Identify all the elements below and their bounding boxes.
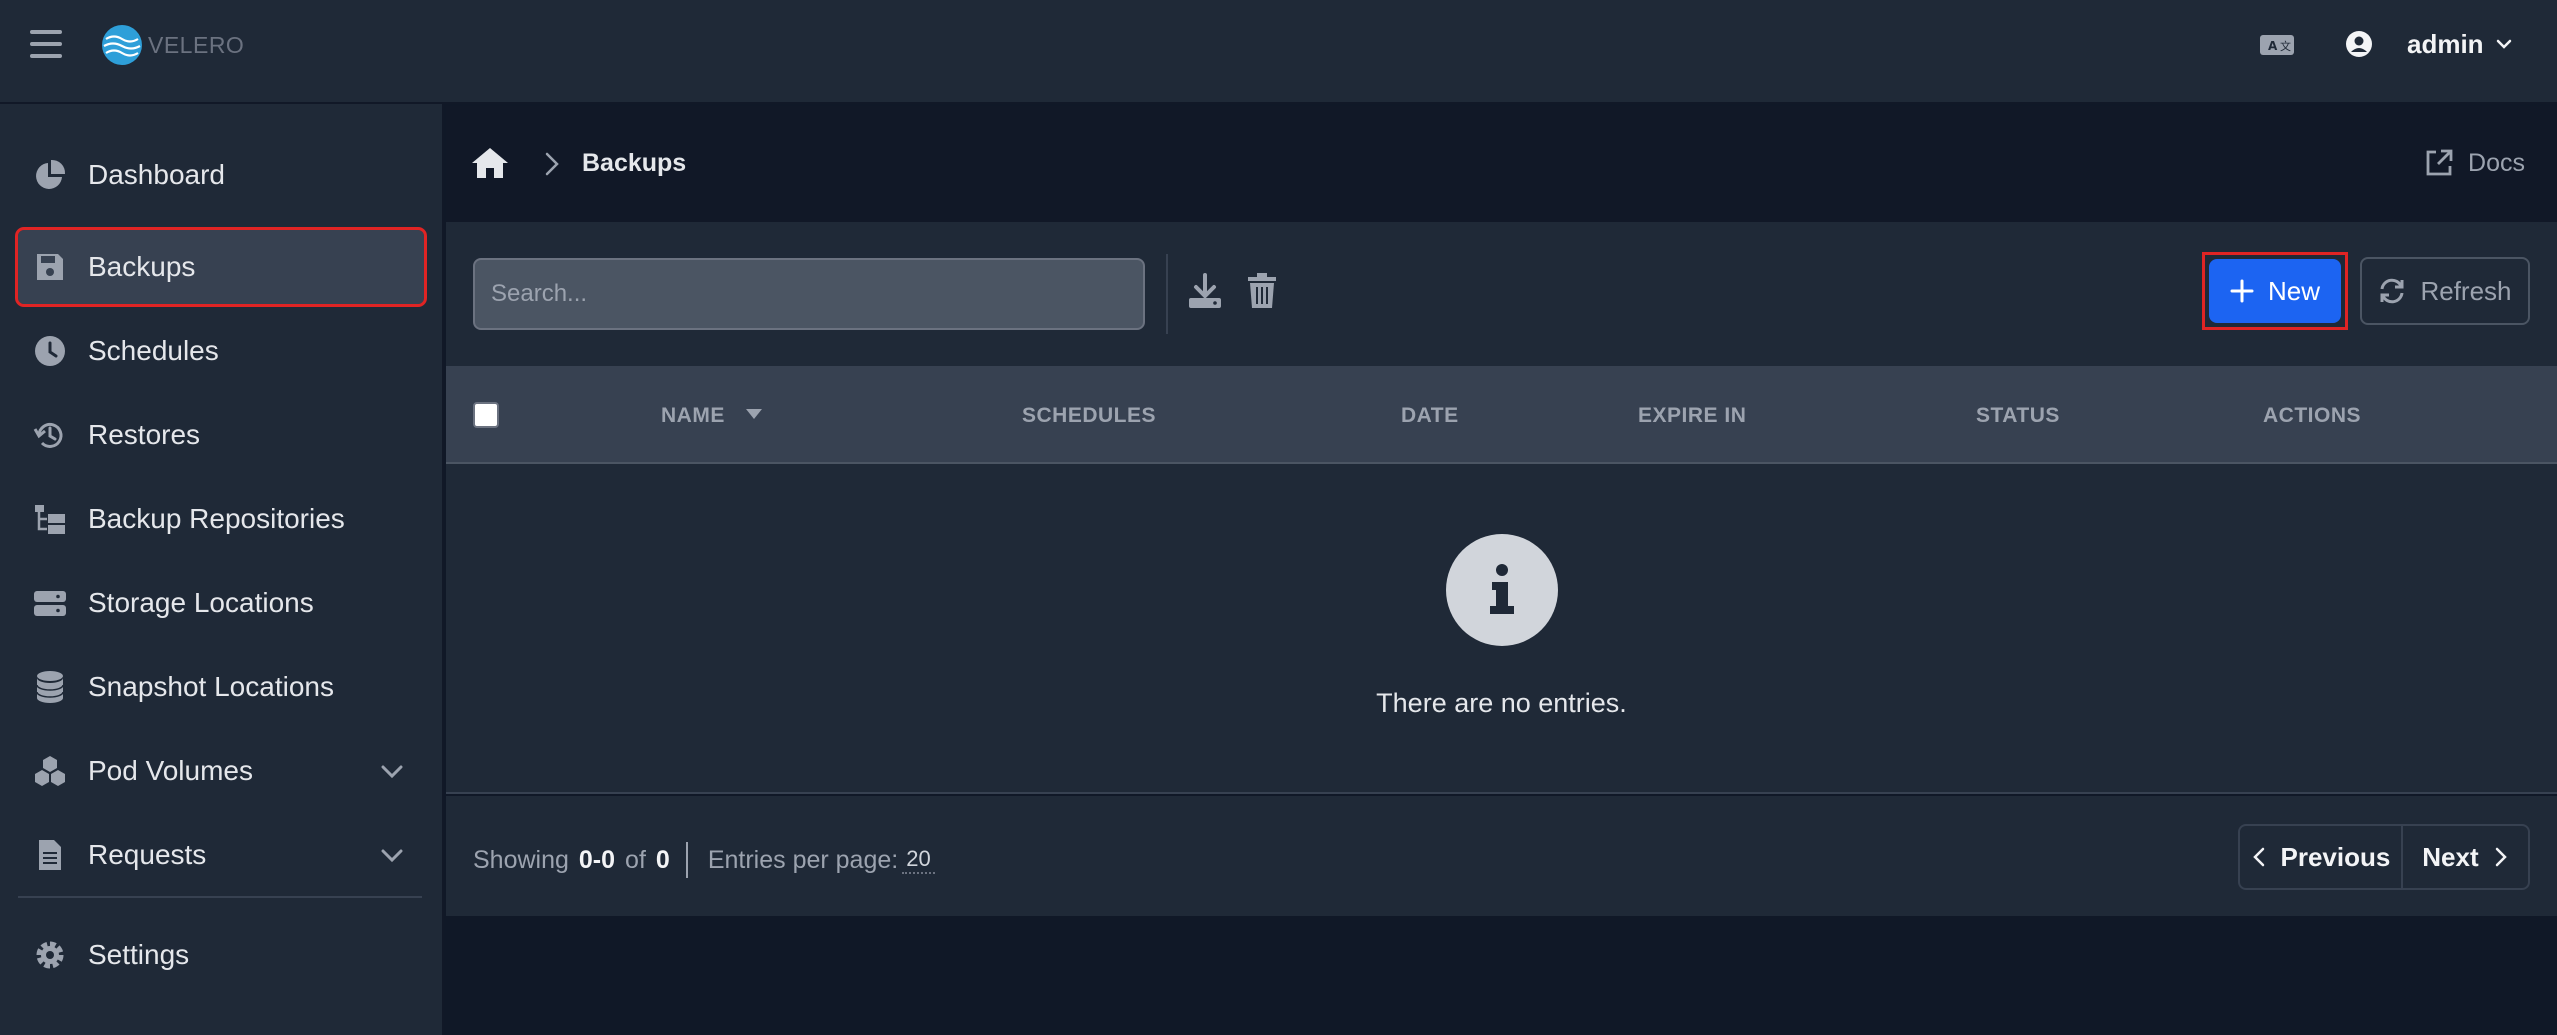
sidebar-item-backups[interactable]: Backups	[15, 227, 427, 307]
sidebar-item-dashboard[interactable]: Dashboard	[18, 138, 424, 212]
database-icon	[32, 669, 68, 705]
empty-message: There are no entries.	[1376, 688, 1627, 718]
chevron-down-icon[interactable]	[378, 757, 406, 785]
toolbar-divider	[1166, 254, 1168, 334]
of-label: of	[625, 845, 646, 874]
range-value: 0-0	[578, 845, 616, 874]
app-logo[interactable]: VELERO	[102, 25, 244, 65]
pie-chart-icon	[32, 157, 68, 193]
search-input[interactable]	[473, 258, 1145, 330]
new-button[interactable]: New	[2209, 259, 2341, 323]
chevron-down-icon[interactable]	[378, 841, 406, 869]
sidebar-item-requests[interactable]: Requests	[18, 818, 424, 892]
column-header-name[interactable]: NAME	[661, 404, 725, 428]
clock-icon	[32, 333, 68, 369]
sidebar-item-label: Dashboard	[88, 159, 225, 190]
pagination: Previous Next	[2238, 824, 2530, 890]
select-all-checkbox[interactable]	[473, 402, 499, 428]
logo-text: VELERO	[148, 31, 245, 58]
refresh-icon	[2380, 278, 2404, 304]
sidebar-item-label: Schedules	[88, 335, 219, 366]
user-circle-icon[interactable]	[2345, 30, 2373, 58]
sidebar-item-settings[interactable]: Settings	[18, 918, 424, 992]
sidebar-item-label: Requests	[88, 839, 207, 870]
language-icon[interactable]: A 文	[2259, 34, 2295, 56]
sidebar-item-schedules[interactable]: Schedules	[18, 314, 424, 388]
sidebar-item-snapshot-locations[interactable]: Snapshot Locations	[18, 650, 424, 724]
sort-desc-icon[interactable]	[744, 407, 764, 421]
sidebar: Dashboard Backups Schedules Restores Bac…	[0, 104, 444, 1035]
pagination-summary: Showing 0-0 of 0 Entries per page: 20	[473, 842, 935, 878]
docs-link[interactable]: Docs	[2424, 148, 2525, 178]
sidebar-item-label: Backups	[88, 251, 196, 282]
previous-label: Previous	[2280, 841, 2391, 872]
chevron-right-icon	[545, 152, 559, 176]
external-link-icon	[2426, 149, 2453, 176]
column-header-date: DATE	[1401, 404, 1459, 427]
plus-icon	[2230, 279, 2254, 303]
sidebar-item-storage-locations[interactable]: Storage Locations	[18, 566, 424, 640]
table-body: There are no entries.	[446, 464, 2557, 794]
file-icon	[32, 837, 68, 873]
new-button-highlight: New	[2202, 252, 2348, 330]
new-button-label: New	[2267, 275, 2320, 306]
info-icon	[1446, 534, 1558, 646]
chevron-left-icon	[2252, 847, 2264, 867]
sidebar-item-label: Storage Locations	[88, 587, 314, 618]
pagination-divider	[685, 842, 688, 878]
docs-label: Docs	[2468, 148, 2525, 177]
breadcrumb-current: Backups	[582, 149, 687, 177]
sidebar-item-label: Restores	[88, 419, 201, 450]
next-label: Next	[2422, 841, 2479, 872]
toolbar: New Refresh	[446, 222, 2557, 366]
sidebar-item-label: Pod Volumes	[88, 755, 253, 786]
refresh-button-label: Refresh	[2420, 275, 2512, 306]
user-name[interactable]: admin	[2407, 29, 2484, 60]
server-icon	[32, 585, 68, 621]
top-bar: VELERO A 文 admin	[0, 0, 2557, 104]
sidebar-item-label: Snapshot Locations	[88, 671, 334, 702]
trash-icon[interactable]	[1246, 272, 1278, 310]
column-header-status: STATUS	[1976, 404, 2060, 427]
table-footer: Showing 0-0 of 0 Entries per page: 20 Pr…	[446, 796, 2557, 916]
svg-text:A: A	[2268, 39, 2278, 53]
menu-icon[interactable]	[30, 30, 62, 58]
total-value: 0	[655, 845, 670, 874]
gear-icon	[32, 937, 68, 973]
floppy-disk-icon	[32, 249, 68, 285]
svg-text:文: 文	[2280, 39, 2291, 53]
sidebar-divider	[18, 896, 422, 898]
breadcrumb: Backups Docs	[446, 106, 2557, 222]
home-icon[interactable]	[471, 146, 509, 180]
column-header-actions: ACTIONS	[2263, 404, 2361, 427]
cubes-icon	[32, 753, 68, 789]
download-icon[interactable]	[1187, 272, 1223, 310]
sidebar-item-restores[interactable]: Restores	[18, 398, 424, 472]
chevron-down-icon[interactable]	[2494, 34, 2514, 54]
refresh-button[interactable]: Refresh	[2360, 257, 2530, 325]
previous-button[interactable]: Previous	[2240, 826, 2403, 888]
folder-tree-icon	[32, 501, 68, 537]
next-button[interactable]: Next	[2403, 826, 2528, 888]
velero-logo-icon	[102, 25, 142, 65]
chevron-right-icon	[2495, 847, 2507, 867]
showing-label: Showing	[473, 845, 569, 874]
per-page-label: Entries per page:	[707, 845, 899, 874]
sidebar-item-pod-volumes[interactable]: Pod Volumes	[18, 734, 424, 808]
per-page-select[interactable]: 20	[902, 846, 935, 874]
sidebar-item-backup-repositories[interactable]: Backup Repositories	[18, 482, 424, 556]
column-header-schedules: SCHEDULES	[1022, 404, 1157, 427]
sidebar-item-label: Settings	[88, 939, 190, 970]
sidebar-item-label: Backup Repositories	[88, 503, 345, 534]
history-icon	[32, 417, 68, 453]
column-header-expire-in: EXPIRE IN	[1638, 404, 1747, 427]
table-header: NAME SCHEDULES DATE EXPIRE IN STATUS ACT…	[446, 366, 2557, 464]
